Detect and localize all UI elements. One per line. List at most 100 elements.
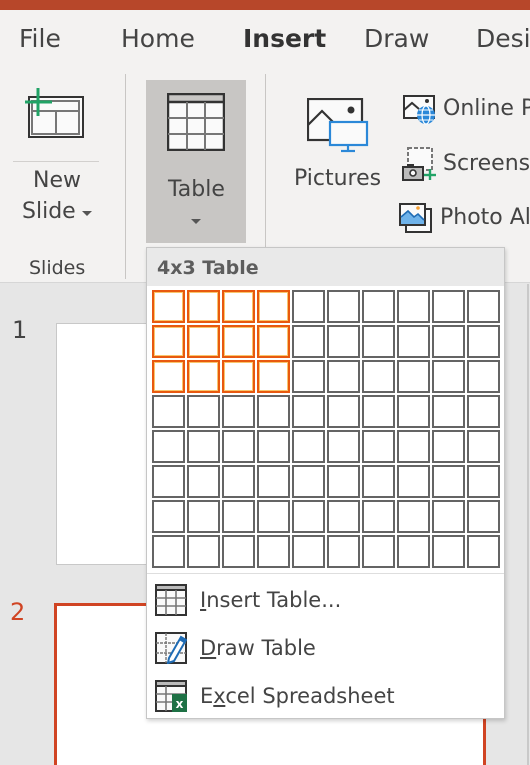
table-grid-cell[interactable] (152, 395, 185, 428)
tab-draw[interactable]: Draw (364, 24, 429, 53)
table-grid-cell-selected[interactable] (222, 325, 255, 358)
table-grid-cell[interactable] (432, 465, 465, 498)
table-grid-cell[interactable] (257, 430, 290, 463)
table-grid-cell-selected[interactable] (187, 290, 220, 323)
table-grid-cell[interactable] (362, 500, 395, 533)
table-grid-cell[interactable] (362, 395, 395, 428)
table-grid-cell[interactable] (292, 395, 325, 428)
table-grid-cell[interactable] (467, 325, 500, 358)
table-grid-cell[interactable] (292, 360, 325, 393)
table-grid-cell[interactable] (467, 290, 500, 323)
table-grid-cell[interactable] (257, 395, 290, 428)
table-grid-cell[interactable] (222, 430, 255, 463)
slide-thumbnail-1[interactable] (56, 323, 156, 565)
pictures-button[interactable]: Pictures (290, 80, 382, 200)
scrollbar[interactable] (527, 284, 529, 765)
table-grid-cell-selected[interactable] (152, 325, 185, 358)
table-grid-cell[interactable] (397, 535, 430, 568)
table-grid-cell[interactable] (467, 465, 500, 498)
table-grid-cell[interactable] (432, 535, 465, 568)
table-grid-cell[interactable] (257, 465, 290, 498)
tab-design[interactable]: Desi (476, 24, 530, 53)
photo-album-icon (399, 203, 432, 233)
new-slide-button[interactable] (12, 80, 100, 160)
tab-insert[interactable]: Insert (243, 24, 326, 53)
table-grid-cell[interactable] (362, 290, 395, 323)
table-grid-cell[interactable] (467, 360, 500, 393)
table-grid-cell[interactable] (432, 360, 465, 393)
table-grid-cell[interactable] (187, 465, 220, 498)
table-grid-cell-selected[interactable] (222, 290, 255, 323)
table-grid-cell[interactable] (152, 500, 185, 533)
table-button[interactable]: Table (146, 80, 246, 243)
insert-table-menu-item[interactable]: Insert Table... (147, 577, 504, 623)
table-grid-cell[interactable] (222, 535, 255, 568)
table-grid-cell[interactable] (327, 290, 360, 323)
table-grid-cell[interactable] (397, 325, 430, 358)
table-grid-cell[interactable] (327, 465, 360, 498)
table-grid-cell[interactable] (327, 430, 360, 463)
photo-album-button[interactable]: Photo Al (398, 200, 530, 236)
table-grid-cell-selected[interactable] (187, 360, 220, 393)
table-grid-cell[interactable] (152, 465, 185, 498)
table-grid-cell[interactable] (397, 290, 430, 323)
table-grid-cell[interactable] (362, 430, 395, 463)
table-grid-cell[interactable] (467, 395, 500, 428)
table-grid-cell[interactable] (222, 465, 255, 498)
table-grid-cell[interactable] (467, 535, 500, 568)
table-grid-cell[interactable] (362, 465, 395, 498)
table-grid-cell[interactable] (187, 500, 220, 533)
table-grid-cell[interactable] (222, 500, 255, 533)
table-grid-cell[interactable] (327, 535, 360, 568)
table-grid-cell[interactable] (292, 500, 325, 533)
tab-home[interactable]: Home (121, 24, 195, 53)
excel-spreadsheet-menu-item[interactable]: x Excel Spreadsheet (147, 673, 504, 719)
table-grid-cell[interactable] (327, 325, 360, 358)
table-grid-cell-selected[interactable] (257, 325, 290, 358)
table-grid-cell[interactable] (432, 325, 465, 358)
table-grid-cell[interactable] (292, 465, 325, 498)
table-grid-cell[interactable] (432, 290, 465, 323)
tab-file[interactable]: File (19, 24, 61, 53)
table-grid-cell[interactable] (187, 430, 220, 463)
table-grid-cell[interactable] (397, 430, 430, 463)
table-grid-cell[interactable] (292, 325, 325, 358)
table-grid-cell[interactable] (152, 430, 185, 463)
photo-album-label: Photo Al (440, 205, 530, 230)
table-grid-cell[interactable] (257, 535, 290, 568)
table-grid-cell[interactable] (187, 395, 220, 428)
table-grid-cell-selected[interactable] (257, 360, 290, 393)
table-grid-cell[interactable] (327, 395, 360, 428)
svg-text:x: x (176, 697, 184, 711)
table-grid-cell-selected[interactable] (257, 290, 290, 323)
table-grid-cell[interactable] (432, 430, 465, 463)
table-grid-cell[interactable] (362, 360, 395, 393)
table-grid-cell[interactable] (327, 500, 360, 533)
table-grid-cell-selected[interactable] (152, 360, 185, 393)
screenshot-button[interactable]: Screensh (398, 146, 530, 182)
table-grid-cell[interactable] (362, 325, 395, 358)
table-grid-cell[interactable] (292, 290, 325, 323)
table-grid-cell[interactable] (397, 500, 430, 533)
table-grid-cell[interactable] (432, 500, 465, 533)
table-grid-cell[interactable] (397, 360, 430, 393)
table-grid-cell[interactable] (432, 395, 465, 428)
table-grid-cell[interactable] (397, 395, 430, 428)
table-grid-cell[interactable] (187, 535, 220, 568)
table-grid-cell[interactable] (292, 430, 325, 463)
table-grid-cell[interactable] (292, 535, 325, 568)
table-grid-cell[interactable] (362, 535, 395, 568)
online-pictures-button[interactable]: Online P (398, 92, 530, 126)
table-grid-cell[interactable] (397, 465, 430, 498)
table-grid-cell[interactable] (257, 500, 290, 533)
table-grid-cell-selected[interactable] (152, 290, 185, 323)
table-grid-cell[interactable] (467, 430, 500, 463)
table-grid-cell-selected[interactable] (187, 325, 220, 358)
draw-table-menu-item[interactable]: Draw Table (147, 625, 504, 671)
new-slide-menu-button[interactable]: New Slide (12, 164, 100, 230)
table-grid-cell[interactable] (222, 395, 255, 428)
table-grid-cell[interactable] (467, 500, 500, 533)
table-grid-cell-selected[interactable] (222, 360, 255, 393)
table-grid-cell[interactable] (327, 360, 360, 393)
table-grid-cell[interactable] (152, 535, 185, 568)
